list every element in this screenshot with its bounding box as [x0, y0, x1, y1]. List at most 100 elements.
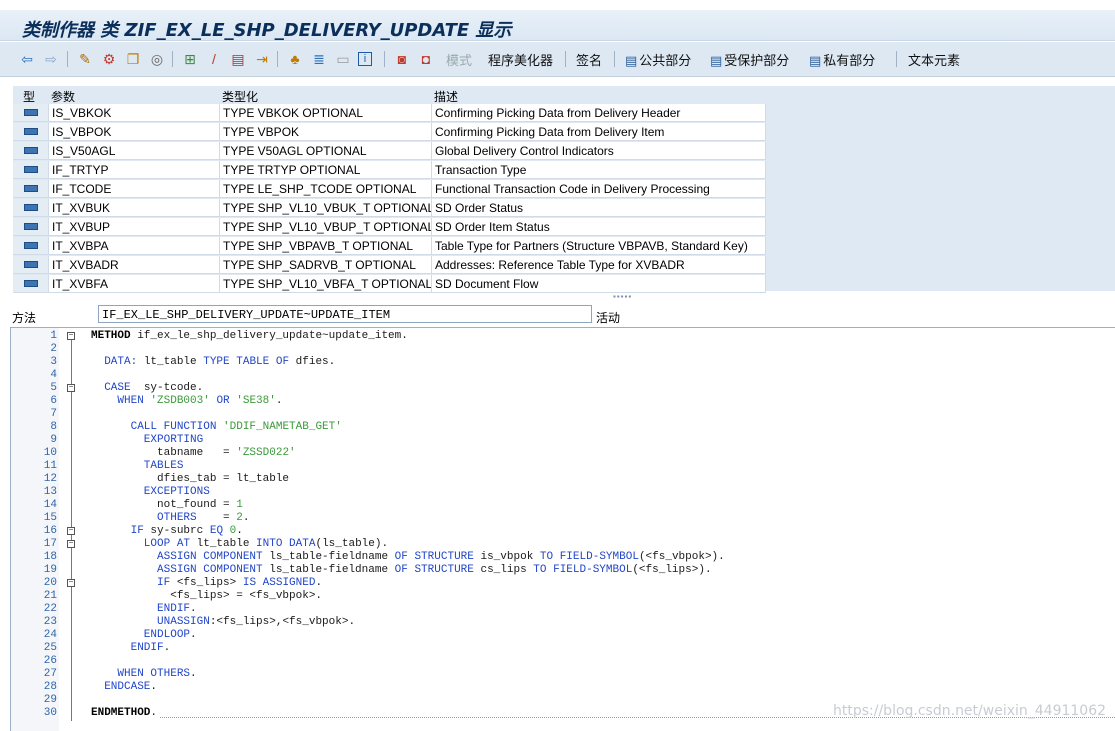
code-line[interactable]: 20 − IF <fs_lips> IS ASSIGNED.: [11, 577, 1115, 590]
param-name-cell[interactable]: IT_XVBPA: [49, 237, 220, 255]
code-line[interactable]: 19 ASSIGN COMPONENT ls_table-fieldname O…: [11, 564, 1115, 577]
edit-icon[interactable]: /: [205, 50, 223, 68]
method-name-field[interactable]: IF_EX_LE_SHP_DELIVERY_UPDATE~UPDATE_ITEM: [98, 305, 592, 323]
param-desc-cell[interactable]: Transaction Type: [432, 161, 766, 179]
forward-icon[interactable]: ⇨: [42, 50, 60, 68]
param-typing-cell[interactable]: TYPE TRTYP OPTIONAL: [220, 161, 432, 179]
code-line[interactable]: 8 CALL FUNCTION 'DDIF_NAMETAB_GET': [11, 421, 1115, 434]
code-line[interactable]: 16 − IF sy-subrc EQ 0.: [11, 525, 1115, 538]
code-line[interactable]: 27 WHEN OTHERS.: [11, 668, 1115, 681]
layout-icon[interactable]: ▭: [334, 50, 352, 68]
code-line[interactable]: 7: [11, 408, 1115, 421]
param-desc-cell[interactable]: Confirming Picking Data from Delivery It…: [432, 123, 766, 141]
param-name-cell[interactable]: IS_VBPOK: [49, 123, 220, 141]
param-name-cell[interactable]: IT_XVBFA: [49, 275, 220, 293]
macros-icon[interactable]: ◘: [417, 50, 435, 68]
col-type-header[interactable]: 型: [23, 88, 35, 105]
param-name-cell[interactable]: IT_XVBADR: [49, 256, 220, 274]
table-row[interactable]: IT_XVBFA TYPE SHP_VL10_VBFA_T OPTIONAL SD …: [13, 275, 766, 294]
param-desc-cell[interactable]: Functional Transaction Code in Delivery …: [432, 180, 766, 198]
param-typing-cell[interactable]: TYPE SHP_VL10_VBUK_T OPTIONAL: [220, 199, 432, 217]
code-line[interactable]: 12 dfies_tab = lt_table: [11, 473, 1115, 486]
splitter-handle[interactable]: ▪▪▪▪▪: [613, 292, 632, 301]
param-name-cell[interactable]: IT_XVBUP: [49, 218, 220, 236]
param-typing-cell[interactable]: TYPE LE_SHP_TCODE OPTIONAL: [220, 180, 432, 198]
param-name-cell[interactable]: IS_V50AGL: [49, 142, 220, 160]
text-elements-button[interactable]: 文本元素: [908, 50, 960, 69]
code-line[interactable]: 1 − METHOD if_ex_le_shp_delivery_update~up…: [11, 330, 1115, 343]
param-typing-cell[interactable]: TYPE V50AGL OPTIONAL: [220, 142, 432, 160]
param-typing-cell[interactable]: TYPE SHP_VBPAVB_T OPTIONAL: [220, 237, 432, 255]
code-line[interactable]: 9 EXPORTING: [11, 434, 1115, 447]
signature-button[interactable]: 签名: [576, 50, 602, 69]
protected-section-button[interactable]: ▤ 受保护部分: [710, 50, 789, 69]
toggle-display-change-icon[interactable]: ✎: [76, 50, 94, 68]
param-name-cell[interactable]: IS_VBKOK: [49, 104, 220, 122]
col-desc-header[interactable]: 描述: [434, 88, 458, 105]
col-typing-header[interactable]: 类型化: [222, 88, 258, 105]
collapse-block-icon[interactable]: −: [67, 527, 75, 535]
collapse-block-icon[interactable]: −: [67, 332, 75, 340]
code-line[interactable]: 5 − CASE sy-tcode.: [11, 382, 1115, 395]
param-desc-cell[interactable]: Global Delivery Control Indicators: [432, 142, 766, 160]
pretty-printer-button[interactable]: 程序美化器: [488, 50, 553, 69]
param-desc-cell[interactable]: SD Order Item Status: [432, 218, 766, 236]
code-line[interactable]: 28 ENDCASE.: [11, 681, 1115, 694]
code-line[interactable]: 17 − LOOP AT lt_table INTO DATA(ls_table)…: [11, 538, 1115, 551]
code-line[interactable]: 6 WHEN 'ZSDB003' OR 'SE38'.: [11, 395, 1115, 408]
param-desc-cell[interactable]: Confirming Picking Data from Delivery He…: [432, 104, 766, 122]
param-name-cell[interactable]: IF_TCODE: [49, 180, 220, 198]
param-desc-cell[interactable]: SD Document Flow: [432, 275, 766, 293]
param-desc-cell[interactable]: Table Type for Partners (Structure VBPAV…: [432, 237, 766, 255]
param-typing-cell[interactable]: TYPE VBKOK OPTIONAL: [220, 104, 432, 122]
code-line[interactable]: 26: [11, 655, 1115, 668]
table-row[interactable]: IS_VBKOK TYPE VBKOK OPTIONAL Confirming Pi…: [13, 104, 766, 123]
table-row[interactable]: IS_VBPOK TYPE VBPOK Confirming Picking Dat…: [13, 123, 766, 142]
table-row[interactable]: IS_V50AGL TYPE V50AGL OPTIONAL Global Deli…: [13, 142, 766, 161]
code-line[interactable]: 15 OTHERS = 2.: [11, 512, 1115, 525]
code-line[interactable]: 14 not_found = 1: [11, 499, 1115, 512]
param-typing-cell[interactable]: TYPE SHP_VL10_VBUP_T OPTIONAL: [220, 218, 432, 236]
col-param-header[interactable]: 参数: [51, 88, 75, 105]
param-typing-cell[interactable]: TYPE SHP_SADRVB_T OPTIONAL: [220, 256, 432, 274]
code-editor[interactable]: 1 − METHOD if_ex_le_shp_delivery_update~up…: [10, 327, 1115, 731]
table-row[interactable]: IT_XVBUP TYPE SHP_VL10_VBUP_T OPTIONAL SD …: [13, 218, 766, 237]
inheritance-icon[interactable]: ≣: [310, 50, 328, 68]
private-section-button[interactable]: ▤ 私有部分: [809, 50, 875, 69]
activate-icon[interactable]: ⚙: [100, 50, 118, 68]
param-name-cell[interactable]: IF_TRTYP: [49, 161, 220, 179]
param-typing-cell[interactable]: TYPE VBPOK: [220, 123, 432, 141]
param-desc-cell[interactable]: Addresses: Reference Table Type for XVBA…: [432, 256, 766, 274]
code-line[interactable]: 21 <fs_lips> = <fs_vbpok>.: [11, 590, 1115, 603]
param-typing-cell[interactable]: TYPE SHP_VL10_VBFA_T OPTIONAL: [220, 275, 432, 293]
code-line[interactable]: 13 EXCEPTIONS: [11, 486, 1115, 499]
collapse-block-icon[interactable]: −: [67, 579, 75, 587]
code-line[interactable]: 22 ENDIF.: [11, 603, 1115, 616]
code-line[interactable]: 10 tabname = 'ZSSD022': [11, 447, 1115, 460]
collapse-block-icon[interactable]: −: [67, 540, 75, 548]
public-section-button[interactable]: ▤ 公共部分: [625, 50, 691, 69]
table-row[interactable]: IF_TCODE TYPE LE_SHP_TCODE OPTIONAL Functi…: [13, 180, 766, 199]
table-row[interactable]: IT_XVBADR TYPE SHP_SADRVB_T OPTIONAL Addre…: [13, 256, 766, 275]
collapse-block-icon[interactable]: −: [67, 384, 75, 392]
info-icon[interactable]: i: [358, 50, 372, 68]
code-line[interactable]: 3 DATA: lt_table TYPE TABLE OF dfies.: [11, 356, 1115, 369]
table-row[interactable]: IT_XVBUK TYPE SHP_VL10_VBUK_T OPTIONAL SD …: [13, 199, 766, 218]
table-row[interactable]: IF_TRTYP TYPE TRTYP OPTIONAL Transaction T…: [13, 161, 766, 180]
param-name-cell[interactable]: IT_XVBUK: [49, 199, 220, 217]
navigate-icon[interactable]: ⇥: [253, 50, 271, 68]
hierarchy-icon[interactable]: ⊞: [181, 50, 199, 68]
code-line[interactable]: 24 ENDLOOP.: [11, 629, 1115, 642]
table-row[interactable]: IT_XVBPA TYPE SHP_VBPAVB_T OPTIONAL Table …: [13, 237, 766, 256]
mode-button[interactable]: 模式: [446, 50, 472, 69]
code-line[interactable]: 23 UNASSIGN:<fs_lips>,<fs_vbpok>.: [11, 616, 1115, 629]
code-line[interactable]: 25 ENDIF.: [11, 642, 1115, 655]
structure-icon[interactable]: ♣: [286, 50, 304, 68]
code-line[interactable]: 18 ASSIGN COMPONENT ls_table-fieldname O…: [11, 551, 1115, 564]
param-desc-cell[interactable]: SD Order Status: [432, 199, 766, 217]
where-used-icon[interactable]: ▤: [229, 50, 247, 68]
code-line[interactable]: 11 TABLES: [11, 460, 1115, 473]
display-object-list-icon[interactable]: ◎: [148, 50, 166, 68]
back-icon[interactable]: ⇦: [18, 50, 36, 68]
local-types-icon[interactable]: ◙: [393, 50, 411, 68]
